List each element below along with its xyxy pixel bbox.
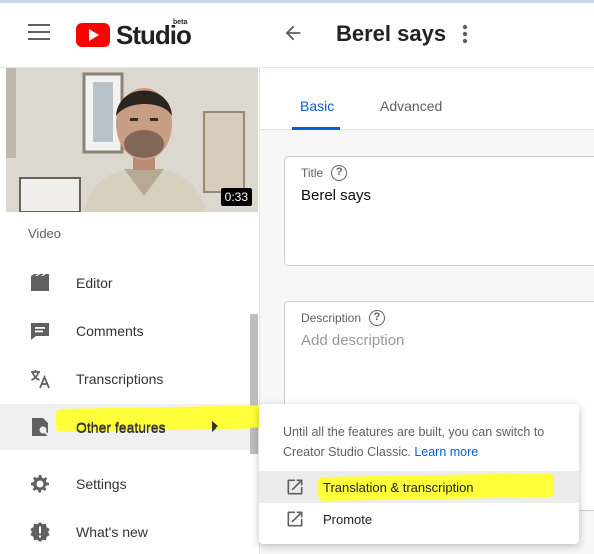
title-label-text: Title xyxy=(301,166,324,180)
popup-item-label: Promote xyxy=(323,511,373,527)
beta-badge: beta xyxy=(173,19,188,26)
more-vert-icon[interactable] xyxy=(458,22,472,46)
video-duration: 0:33 xyxy=(220,188,252,206)
sidebar-item-label: What's new xyxy=(76,524,148,540)
top-accent-line xyxy=(0,0,594,3)
translate-icon xyxy=(31,370,50,389)
sidebar-item-settings[interactable]: Settings xyxy=(0,461,258,507)
open-in-new-icon xyxy=(287,511,303,527)
tab-bar: Basic Advanced xyxy=(260,68,594,130)
studio-logo[interactable]: Studio beta xyxy=(76,19,192,50)
title-value: Berel says xyxy=(301,187,372,204)
help-icon[interactable]: ? xyxy=(369,310,386,326)
sidebar-item-comments[interactable]: Comments xyxy=(0,308,258,354)
other-features-icon xyxy=(32,418,50,437)
comments-icon xyxy=(31,323,49,340)
popup-item-promote[interactable]: Promote xyxy=(259,503,579,535)
active-tab-indicator xyxy=(292,127,340,130)
description-label-text: Description xyxy=(301,311,362,325)
sidebar-item-editor[interactable]: Editor xyxy=(0,260,258,306)
sidebar-item-whats-new[interactable]: What's new xyxy=(0,509,258,554)
other-features-label-overlay: Other features xyxy=(76,420,166,436)
top-bar: Studio beta Berel says xyxy=(0,0,594,68)
sidebar-item-label: Comments xyxy=(76,323,144,339)
sidebar-item-label: Settings xyxy=(76,476,127,492)
submenu-caret-icon-overlay xyxy=(212,421,218,431)
popup-message: Until all the features are built, you ca… xyxy=(283,422,568,462)
menu-icon[interactable] xyxy=(28,24,50,44)
gear-icon xyxy=(31,475,49,493)
sidebar-item-label: Editor xyxy=(76,275,113,291)
learn-more-link[interactable]: Learn more xyxy=(414,445,478,459)
description-placeholder: Add description xyxy=(301,332,405,349)
help-icon[interactable]: ? xyxy=(331,165,348,181)
video-thumbnail[interactable]: 0:33 xyxy=(6,68,258,212)
section-label-video: Video xyxy=(28,226,62,241)
translation-label-overlay: Translation & transcription xyxy=(323,480,474,495)
tab-advanced[interactable]: Advanced xyxy=(380,98,442,114)
film-icon xyxy=(31,274,49,291)
description-label: Description ? xyxy=(301,310,386,326)
title-field[interactable]: Title ? Berel says xyxy=(284,156,594,266)
sidebar: 0:33 Video Editor Comments Transcription… xyxy=(0,68,279,554)
back-arrow-icon[interactable] xyxy=(282,22,304,44)
tab-basic[interactable]: Basic xyxy=(300,98,334,114)
sidebar-item-label: Transcriptions xyxy=(76,371,164,387)
sidebar-scrollbar[interactable] xyxy=(250,314,258,454)
open-in-new-icon xyxy=(287,479,303,495)
page-title: Berel says xyxy=(336,21,447,46)
title-label: Title ? xyxy=(301,165,348,181)
youtube-play-icon xyxy=(76,23,110,47)
whats-new-icon xyxy=(30,522,50,542)
sidebar-item-transcriptions[interactable]: Transcriptions xyxy=(0,356,258,402)
